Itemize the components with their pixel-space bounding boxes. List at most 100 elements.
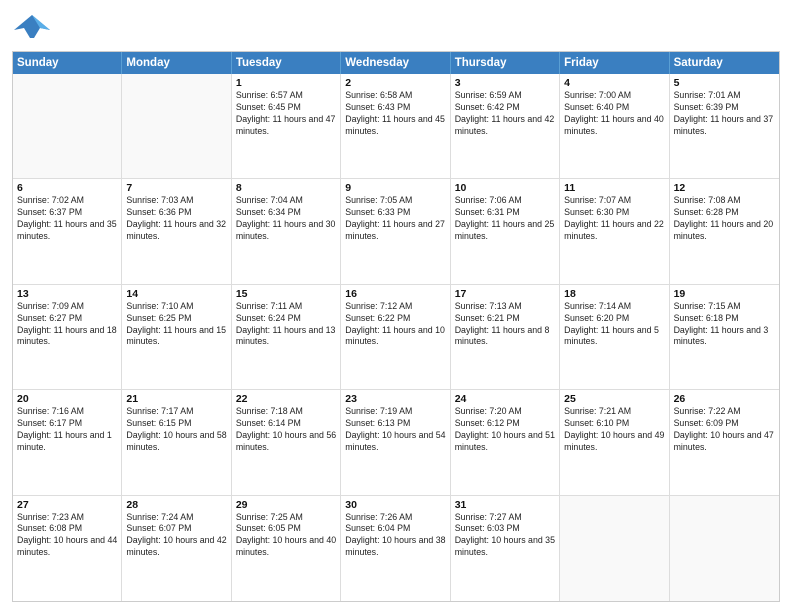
calendar-cell: [670, 496, 779, 601]
calendar-row-1: 1Sunrise: 6:57 AM Sunset: 6:45 PM Daylig…: [13, 74, 779, 179]
calendar-header: SundayMondayTuesdayWednesdayThursdayFrid…: [13, 52, 779, 74]
day-number: 3: [455, 77, 555, 89]
calendar-cell: 16Sunrise: 7:12 AM Sunset: 6:22 PM Dayli…: [341, 285, 450, 389]
day-number: 16: [345, 288, 445, 300]
day-number: 18: [564, 288, 664, 300]
day-number: 24: [455, 393, 555, 405]
calendar-cell: 2Sunrise: 6:58 AM Sunset: 6:43 PM Daylig…: [341, 74, 450, 178]
calendar-cell: 21Sunrise: 7:17 AM Sunset: 6:15 PM Dayli…: [122, 390, 231, 494]
day-info: Sunrise: 7:08 AM Sunset: 6:28 PM Dayligh…: [674, 195, 775, 243]
day-info: Sunrise: 7:20 AM Sunset: 6:12 PM Dayligh…: [455, 406, 555, 454]
calendar-cell: 29Sunrise: 7:25 AM Sunset: 6:05 PM Dayli…: [232, 496, 341, 601]
day-number: 21: [126, 393, 226, 405]
calendar-cell: 12Sunrise: 7:08 AM Sunset: 6:28 PM Dayli…: [670, 179, 779, 283]
calendar-cell: 23Sunrise: 7:19 AM Sunset: 6:13 PM Dayli…: [341, 390, 450, 494]
day-info: Sunrise: 7:01 AM Sunset: 6:39 PM Dayligh…: [674, 90, 775, 138]
logo: [12, 10, 56, 45]
calendar-row-3: 13Sunrise: 7:09 AM Sunset: 6:27 PM Dayli…: [13, 285, 779, 390]
day-info: Sunrise: 7:18 AM Sunset: 6:14 PM Dayligh…: [236, 406, 336, 454]
calendar-cell: [13, 74, 122, 178]
day-number: 5: [674, 77, 775, 89]
day-info: Sunrise: 7:25 AM Sunset: 6:05 PM Dayligh…: [236, 512, 336, 560]
calendar-cell: 13Sunrise: 7:09 AM Sunset: 6:27 PM Dayli…: [13, 285, 122, 389]
day-number: 25: [564, 393, 664, 405]
day-info: Sunrise: 7:12 AM Sunset: 6:22 PM Dayligh…: [345, 301, 445, 349]
day-info: Sunrise: 7:23 AM Sunset: 6:08 PM Dayligh…: [17, 512, 117, 560]
calendar-row-2: 6Sunrise: 7:02 AM Sunset: 6:37 PM Daylig…: [13, 179, 779, 284]
calendar-cell: 9Sunrise: 7:05 AM Sunset: 6:33 PM Daylig…: [341, 179, 450, 283]
day-info: Sunrise: 7:14 AM Sunset: 6:20 PM Dayligh…: [564, 301, 664, 349]
day-number: 29: [236, 499, 336, 511]
day-info: Sunrise: 7:16 AM Sunset: 6:17 PM Dayligh…: [17, 406, 117, 454]
day-number: 31: [455, 499, 555, 511]
header-day-wednesday: Wednesday: [341, 52, 450, 74]
calendar-cell: 7Sunrise: 7:03 AM Sunset: 6:36 PM Daylig…: [122, 179, 231, 283]
day-info: Sunrise: 7:09 AM Sunset: 6:27 PM Dayligh…: [17, 301, 117, 349]
calendar-cell: 25Sunrise: 7:21 AM Sunset: 6:10 PM Dayli…: [560, 390, 669, 494]
calendar-cell: 20Sunrise: 7:16 AM Sunset: 6:17 PM Dayli…: [13, 390, 122, 494]
calendar-cell: [122, 74, 231, 178]
day-number: 13: [17, 288, 117, 300]
calendar-cell: 26Sunrise: 7:22 AM Sunset: 6:09 PM Dayli…: [670, 390, 779, 494]
day-number: 28: [126, 499, 226, 511]
header-day-tuesday: Tuesday: [232, 52, 341, 74]
day-info: Sunrise: 7:00 AM Sunset: 6:40 PM Dayligh…: [564, 90, 664, 138]
day-info: Sunrise: 7:04 AM Sunset: 6:34 PM Dayligh…: [236, 195, 336, 243]
day-number: 7: [126, 182, 226, 194]
calendar-cell: 14Sunrise: 7:10 AM Sunset: 6:25 PM Dayli…: [122, 285, 231, 389]
day-number: 4: [564, 77, 664, 89]
day-number: 12: [674, 182, 775, 194]
header-day-thursday: Thursday: [451, 52, 560, 74]
day-number: 1: [236, 77, 336, 89]
day-number: 10: [455, 182, 555, 194]
day-number: 15: [236, 288, 336, 300]
header-day-sunday: Sunday: [13, 52, 122, 74]
calendar-body: 1Sunrise: 6:57 AM Sunset: 6:45 PM Daylig…: [13, 74, 779, 601]
calendar-cell: 17Sunrise: 7:13 AM Sunset: 6:21 PM Dayli…: [451, 285, 560, 389]
day-number: 22: [236, 393, 336, 405]
day-info: Sunrise: 7:27 AM Sunset: 6:03 PM Dayligh…: [455, 512, 555, 560]
calendar-cell: 10Sunrise: 7:06 AM Sunset: 6:31 PM Dayli…: [451, 179, 560, 283]
day-number: 27: [17, 499, 117, 511]
day-info: Sunrise: 6:57 AM Sunset: 6:45 PM Dayligh…: [236, 90, 336, 138]
calendar-cell: [560, 496, 669, 601]
day-info: Sunrise: 6:58 AM Sunset: 6:43 PM Dayligh…: [345, 90, 445, 138]
calendar-cell: 24Sunrise: 7:20 AM Sunset: 6:12 PM Dayli…: [451, 390, 560, 494]
day-number: 30: [345, 499, 445, 511]
calendar-cell: 28Sunrise: 7:24 AM Sunset: 6:07 PM Dayli…: [122, 496, 231, 601]
calendar-cell: 1Sunrise: 6:57 AM Sunset: 6:45 PM Daylig…: [232, 74, 341, 178]
calendar-cell: 30Sunrise: 7:26 AM Sunset: 6:04 PM Dayli…: [341, 496, 450, 601]
day-info: Sunrise: 7:21 AM Sunset: 6:10 PM Dayligh…: [564, 406, 664, 454]
calendar-cell: 5Sunrise: 7:01 AM Sunset: 6:39 PM Daylig…: [670, 74, 779, 178]
day-info: Sunrise: 7:03 AM Sunset: 6:36 PM Dayligh…: [126, 195, 226, 243]
day-info: Sunrise: 7:07 AM Sunset: 6:30 PM Dayligh…: [564, 195, 664, 243]
day-info: Sunrise: 6:59 AM Sunset: 6:42 PM Dayligh…: [455, 90, 555, 138]
calendar-cell: 3Sunrise: 6:59 AM Sunset: 6:42 PM Daylig…: [451, 74, 560, 178]
calendar: SundayMondayTuesdayWednesdayThursdayFrid…: [12, 51, 780, 602]
header-day-monday: Monday: [122, 52, 231, 74]
day-info: Sunrise: 7:10 AM Sunset: 6:25 PM Dayligh…: [126, 301, 226, 349]
day-number: 20: [17, 393, 117, 405]
day-info: Sunrise: 7:13 AM Sunset: 6:21 PM Dayligh…: [455, 301, 555, 349]
day-info: Sunrise: 7:17 AM Sunset: 6:15 PM Dayligh…: [126, 406, 226, 454]
day-number: 2: [345, 77, 445, 89]
day-info: Sunrise: 7:22 AM Sunset: 6:09 PM Dayligh…: [674, 406, 775, 454]
calendar-cell: 19Sunrise: 7:15 AM Sunset: 6:18 PM Dayli…: [670, 285, 779, 389]
calendar-cell: 31Sunrise: 7:27 AM Sunset: 6:03 PM Dayli…: [451, 496, 560, 601]
day-number: 6: [17, 182, 117, 194]
header: [12, 10, 780, 45]
day-number: 9: [345, 182, 445, 194]
calendar-cell: 11Sunrise: 7:07 AM Sunset: 6:30 PM Dayli…: [560, 179, 669, 283]
calendar-cell: 4Sunrise: 7:00 AM Sunset: 6:40 PM Daylig…: [560, 74, 669, 178]
page: SundayMondayTuesdayWednesdayThursdayFrid…: [0, 0, 792, 612]
day-number: 8: [236, 182, 336, 194]
day-info: Sunrise: 7:24 AM Sunset: 6:07 PM Dayligh…: [126, 512, 226, 560]
day-info: Sunrise: 7:26 AM Sunset: 6:04 PM Dayligh…: [345, 512, 445, 560]
calendar-row-4: 20Sunrise: 7:16 AM Sunset: 6:17 PM Dayli…: [13, 390, 779, 495]
calendar-cell: 27Sunrise: 7:23 AM Sunset: 6:08 PM Dayli…: [13, 496, 122, 601]
header-day-saturday: Saturday: [670, 52, 779, 74]
calendar-row-5: 27Sunrise: 7:23 AM Sunset: 6:08 PM Dayli…: [13, 496, 779, 601]
day-info: Sunrise: 7:02 AM Sunset: 6:37 PM Dayligh…: [17, 195, 117, 243]
calendar-cell: 15Sunrise: 7:11 AM Sunset: 6:24 PM Dayli…: [232, 285, 341, 389]
day-info: Sunrise: 7:06 AM Sunset: 6:31 PM Dayligh…: [455, 195, 555, 243]
